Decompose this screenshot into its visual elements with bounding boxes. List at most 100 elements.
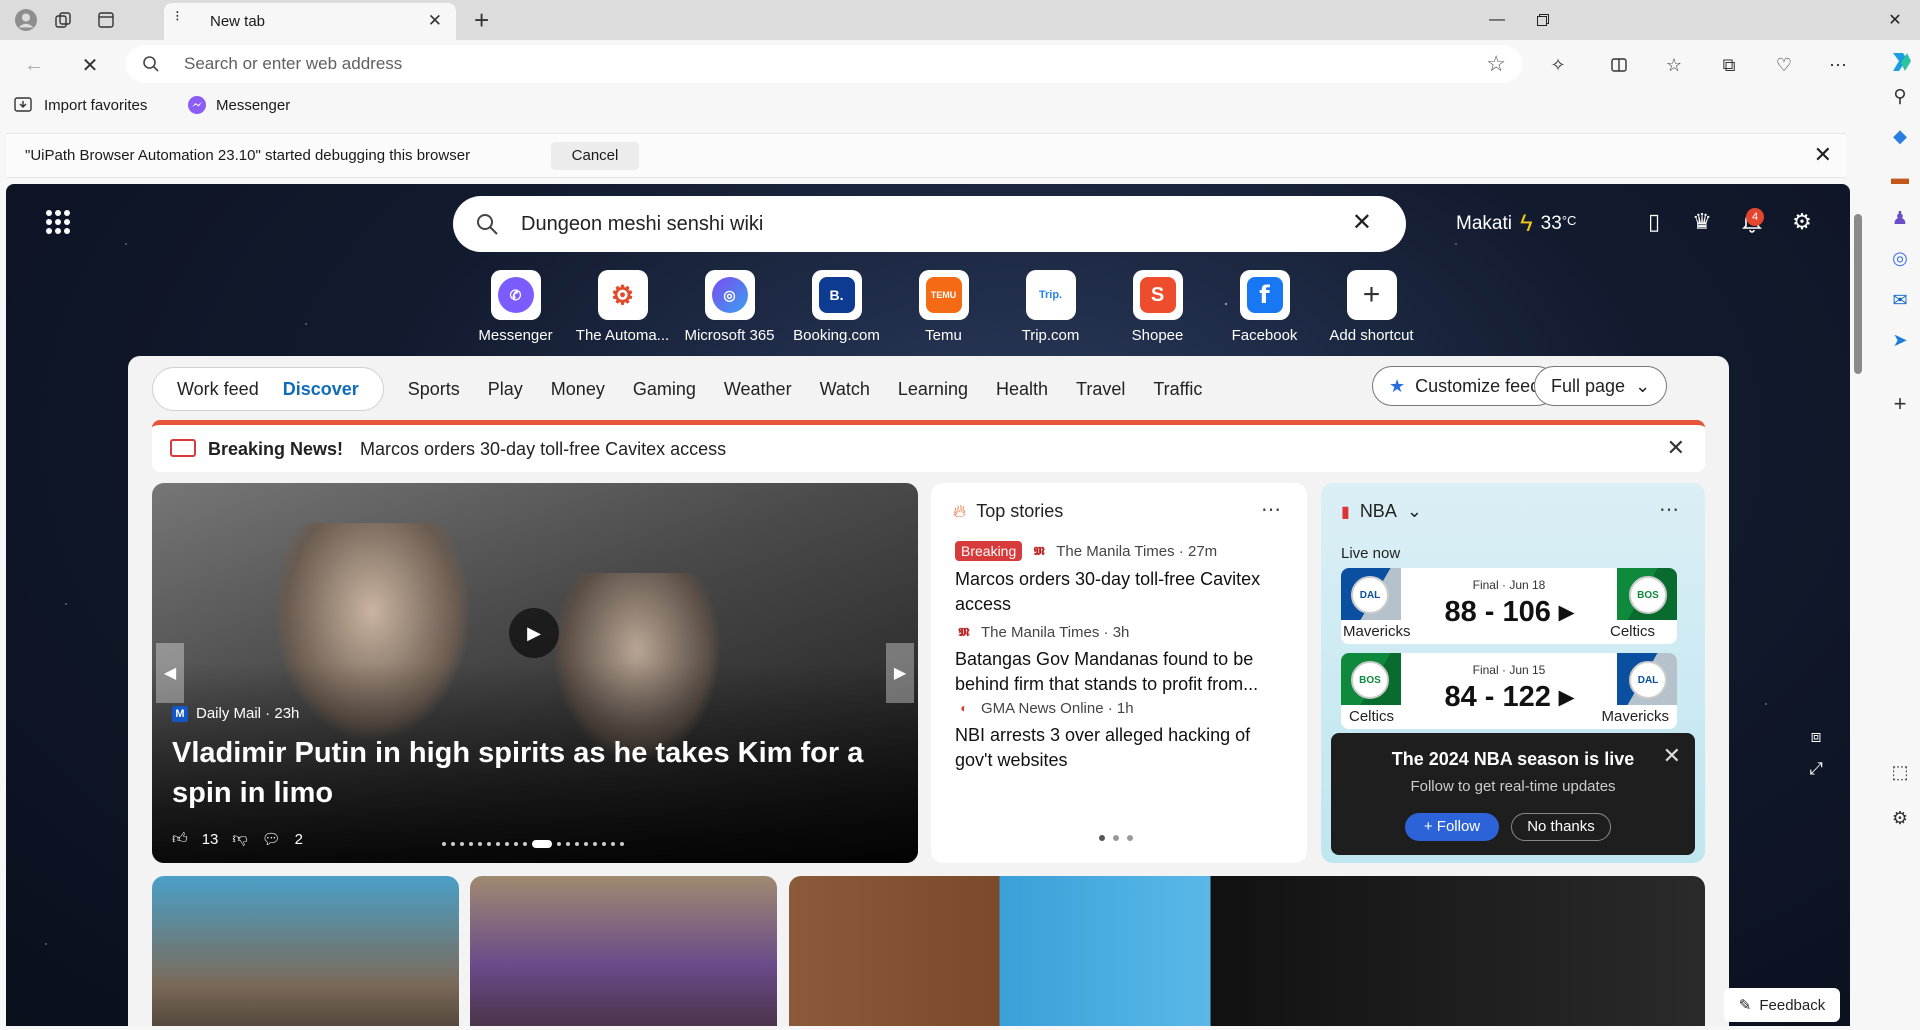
settings-more-icon[interactable]: ⋯: [1822, 49, 1854, 81]
extensions-icon[interactable]: ✧: [1542, 49, 1574, 81]
maximize-button[interactable]: [1520, 5, 1566, 35]
tab-play[interactable]: Play: [474, 379, 537, 400]
tab-sports[interactable]: Sports: [394, 379, 474, 400]
outlook-icon[interactable]: ✉: [1886, 286, 1914, 314]
hero-prev-icon[interactable]: ◀: [156, 643, 184, 703]
dislike-icon[interactable]: 👎︎: [232, 830, 247, 848]
back-button[interactable]: ←: [18, 49, 50, 81]
favorite-import[interactable]: Import favorites: [14, 96, 147, 114]
address-input[interactable]: [184, 49, 1384, 79]
comment-icon[interactable]: 💬︎: [262, 830, 281, 848]
tab-discover[interactable]: Discover: [271, 379, 371, 400]
nba-header[interactable]: ▮ NBA ⌄: [1341, 501, 1422, 522]
scrollbar-thumb[interactable]: [1854, 214, 1862, 374]
web-search-input[interactable]: [521, 208, 1301, 240]
background-image-icon[interactable]: ⧈: [1801, 722, 1831, 752]
story-item[interactable]: Breaking 𝕸 The Manila Times · 27m Marcos…: [955, 541, 1285, 617]
tab-gaming[interactable]: Gaming: [619, 379, 710, 400]
shopping-tag-icon[interactable]: ◆: [1886, 122, 1914, 150]
tab-weather[interactable]: Weather: [710, 379, 806, 400]
shortcut-facebook[interactable]: f Facebook: [1211, 270, 1318, 344]
collections-icon[interactable]: ⧉: [1713, 49, 1745, 81]
tab-new-tab[interactable]: ⁝ New tab ✕: [164, 3, 456, 40]
shortcut-booking[interactable]: B. Booking.com: [783, 270, 890, 344]
drop-icon[interactable]: ➤: [1886, 326, 1914, 354]
more-options-icon[interactable]: ⋯: [1659, 497, 1679, 522]
tab-actions-icon[interactable]: [92, 6, 120, 34]
close-window-button[interactable]: ✕: [1872, 5, 1918, 35]
games-icon[interactable]: ♟: [1886, 204, 1914, 232]
layout-dropdown[interactable]: Full page ⌄: [1534, 366, 1668, 406]
tab-close-icon[interactable]: ✕: [428, 11, 442, 31]
clear-search-icon[interactable]: ✕: [1352, 208, 1372, 237]
browser-essentials-icon[interactable]: ♡: [1768, 49, 1800, 81]
app-launcher-icon[interactable]: [46, 210, 70, 234]
new-tab-button[interactable]: +: [474, 5, 489, 36]
shortcut-automation[interactable]: ⚙ The Automa...: [569, 270, 676, 344]
tools-icon[interactable]: ▬: [1886, 164, 1914, 192]
sidebar-settings-icon[interactable]: ⚙: [1886, 804, 1914, 832]
like-icon[interactable]: 👍︎: [172, 830, 188, 848]
popup-title: The 2024 NBA season is live: [1391, 749, 1635, 769]
more-options-icon[interactable]: ⋯: [1261, 497, 1281, 522]
page-settings-gear-icon[interactable]: ⚙: [1786, 206, 1818, 238]
expand-icon[interactable]: ⤢: [1801, 754, 1831, 784]
favorites-icon[interactable]: ☆: [1658, 49, 1690, 81]
workspaces-icon[interactable]: [49, 6, 77, 34]
page-scrollbar[interactable]: [1850, 184, 1866, 1026]
weather-widget[interactable]: Makati ϟ 33°C: [1456, 210, 1576, 238]
top-stories-pager[interactable]: [1099, 835, 1133, 841]
news-card-image[interactable]: [152, 876, 459, 1026]
customize-feed-button[interactable]: ★ Customize feed: [1372, 366, 1558, 406]
web-search-box[interactable]: ✕: [453, 196, 1406, 252]
story-item[interactable]: ◐ GMA News Online · 1h NBI arrests 3 ove…: [955, 699, 1285, 773]
popup-close-icon[interactable]: ✕: [1663, 743, 1681, 769]
screenshot-icon[interactable]: ⬚: [1886, 758, 1914, 786]
shortcut-microsoft-365[interactable]: ◎ Microsoft 365: [676, 270, 783, 344]
favorite-star-icon[interactable]: ☆: [1486, 51, 1506, 77]
feedback-button[interactable]: ✎ Feedback: [1724, 988, 1840, 1022]
popup-subtitle: Follow to get real-time updates: [1410, 778, 1616, 795]
tab-travel[interactable]: Travel: [1062, 379, 1139, 400]
breaking-news-banner[interactable]: Breaking News! Marcos orders 30-day toll…: [152, 420, 1705, 472]
tab-work-feed[interactable]: Work feed: [165, 379, 271, 400]
stop-loading-button[interactable]: ✕: [74, 49, 106, 81]
split-screen-icon[interactable]: [1603, 49, 1635, 81]
search-icon: [477, 214, 498, 235]
tab-money[interactable]: Money: [537, 379, 619, 400]
news-card-image[interactable]: [470, 876, 777, 1026]
hero-headline[interactable]: Vladimir Putin in high spirits as he tak…: [172, 733, 892, 813]
game-score-card[interactable]: DAL BOS Final · Jun 18 88 - 106 ▸ Maveri…: [1341, 568, 1677, 644]
microsoft365-icon[interactable]: ◎: [1886, 244, 1914, 272]
tab-watch[interactable]: Watch: [806, 379, 884, 400]
favorite-messenger[interactable]: Messenger: [188, 96, 290, 114]
rewards-icon[interactable]: ♛: [1686, 206, 1718, 238]
breaking-close-icon[interactable]: ✕: [1667, 435, 1685, 461]
shortcut-trip[interactable]: Trip. Trip.com: [997, 270, 1104, 344]
tab-traffic[interactable]: Traffic: [1139, 379, 1216, 400]
tab-learning[interactable]: Learning: [884, 379, 982, 400]
phone-icon[interactable]: ▯: [1638, 206, 1670, 238]
news-card-image[interactable]: [789, 876, 1705, 1026]
infobar-close-icon[interactable]: ✕: [1814, 142, 1832, 168]
follow-button[interactable]: + Follow: [1405, 813, 1499, 841]
profile-icon[interactable]: [12, 6, 40, 34]
sidebar-search-icon[interactable]: ⚲: [1886, 82, 1914, 110]
no-thanks-button[interactable]: No thanks: [1511, 813, 1611, 841]
tab-health[interactable]: Health: [982, 379, 1062, 400]
story-item[interactable]: 𝕸 The Manila Times · 3h Batangas Gov Man…: [955, 623, 1285, 697]
copilot-icon[interactable]: [1886, 48, 1914, 76]
hero-next-icon[interactable]: ▶: [886, 643, 914, 703]
shortcut-messenger[interactable]: ✆ Messenger: [462, 270, 569, 344]
shortcut-add[interactable]: + Add shortcut: [1318, 270, 1425, 344]
gma-logo-icon: ◐: [960, 701, 968, 715]
shortcut-temu[interactable]: TEMU Temu: [890, 270, 997, 344]
address-bar[interactable]: ☆: [126, 45, 1522, 83]
game-score-card[interactable]: BOS DAL Final · Jun 15 84 - 122 ▸ Celtic…: [1341, 653, 1677, 729]
infobar-cancel-button[interactable]: Cancel: [551, 142, 639, 170]
shortcut-shopee[interactable]: S Shopee: [1104, 270, 1211, 344]
add-sidebar-app-icon[interactable]: +: [1886, 390, 1914, 418]
hero-video-card[interactable]: ◀ ▶ ▶ M Daily Mail · 23h Vladimir Putin …: [152, 483, 918, 863]
play-icon[interactable]: ▶: [509, 608, 559, 658]
minimize-button[interactable]: —: [1474, 5, 1520, 35]
